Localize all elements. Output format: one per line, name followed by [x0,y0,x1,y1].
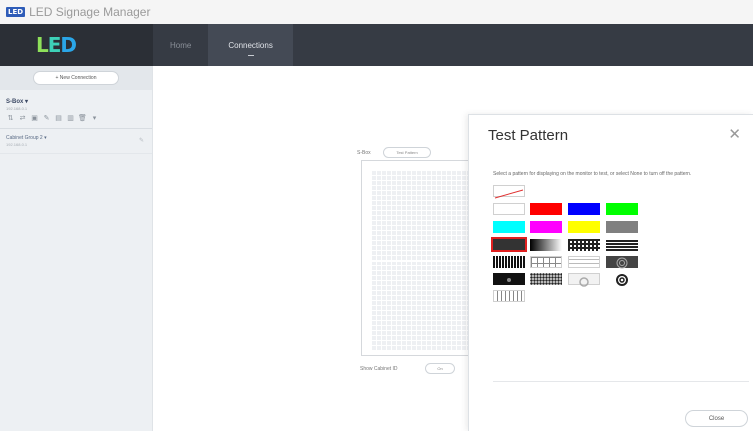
pattern-blue[interactable] [568,203,600,215]
cabinet-canvas[interactable] [361,160,472,356]
pattern-grid[interactable] [530,256,562,268]
swap-icon[interactable]: ⇄ [18,114,27,122]
sbox-toolbar: ⇅ ⇄ ▣ ✎ ▤ ▥ 🗑 ▾ [6,114,146,122]
pattern-red[interactable] [530,203,562,215]
app-header: LED Home Connections [0,24,753,66]
pattern-none[interactable] [493,185,525,199]
pattern-gray[interactable] [606,221,638,233]
layout-icon[interactable]: ▤ [54,114,63,122]
pattern-magenta[interactable] [530,221,562,233]
monitor-icon[interactable]: ▣ [30,114,39,122]
nav-connections-label: Connections [228,40,273,50]
pattern-green[interactable] [606,203,638,215]
none-pattern-icon [494,189,524,199]
dot-icon [507,278,511,282]
active-indicator [247,55,254,56]
pattern-circles-bold[interactable] [606,273,638,286]
nav-connections[interactable]: Connections [208,24,293,66]
ring-icon [579,277,589,287]
cabinet-divider [371,260,472,262]
pattern-yellow[interactable] [568,221,600,233]
nav-home-label: Home [170,40,192,50]
close-icon[interactable]: ✕ [728,127,741,142]
title-bar: LED LED Signage Manager [0,0,753,24]
sbox-name[interactable]: S-Box ▾ [6,98,146,105]
app-icon: LED [6,7,26,17]
main-nav: Home Connections [153,24,293,66]
chevron-down-icon[interactable]: ▾ [90,114,99,122]
grid-icon[interactable]: ▥ [66,114,75,122]
cabinet-group-name[interactable]: Cabinet Group 2 ▾ [6,135,146,141]
dialog-divider [493,381,749,382]
dialog-description: Select a pattern for displaying on the m… [493,171,692,177]
sync-icon[interactable]: ⇅ [6,114,15,122]
bold-ring-icon [616,274,628,286]
app-title: LED Signage Manager [29,5,151,19]
nav-home[interactable]: Home [153,24,208,66]
pattern-circle-light[interactable] [568,273,600,287]
pattern-cyan[interactable] [493,221,525,233]
test-pattern-button[interactable]: Test Pattern [383,147,431,158]
pattern-circles-dark[interactable] [606,256,638,269]
dialog-title: Test Pattern [488,127,569,144]
pattern-horizontal-stripes-light[interactable] [568,256,600,268]
pattern-dot-black[interactable] [493,273,525,285]
sbox-entry[interactable]: S-Box ▾ 192.168.0.1 ⇅ ⇄ ▣ ✎ ▤ ▥ 🗑 ▾ [0,90,152,129]
led-logo: LED [36,33,77,57]
new-connection-area: + New Connection [0,66,152,90]
close-button[interactable]: Close [685,410,748,427]
edit-icon[interactable]: ✎ [42,114,51,122]
test-pattern-dialog: Test Pattern ✕ Select a pattern for disp… [468,114,753,431]
show-cabinet-id-label: Show Cabinet ID [360,366,398,372]
pattern-horizontal-lines[interactable] [606,239,638,251]
logo-area: LED [0,24,153,66]
delete-icon[interactable]: 🗑 [78,114,87,122]
pattern-white[interactable] [493,203,525,215]
pattern-dark-gray[interactable] [491,237,527,252]
sidebar: + New Connection S-Box ▾ 192.168.0.1 ⇅ ⇄… [0,66,153,431]
sbox-label: S-Box [357,150,371,156]
sbox-address: 192.168.0.1 [6,106,28,111]
cabinet-group-entry[interactable]: Cabinet Group 2 ▾ 192.168.0.1 ✎ [0,129,152,154]
show-cabinet-id-toggle[interactable]: On [425,363,455,374]
new-connection-button[interactable]: + New Connection [33,71,119,85]
pattern-gradient[interactable] [530,239,562,251]
cabinet-group-address: 192.168.0.1 [6,142,28,147]
pattern-dot-grid[interactable] [530,273,562,285]
pattern-checker[interactable] [568,239,600,251]
pattern-vertical-lines[interactable] [493,256,525,268]
circle-target-icon [616,257,628,269]
pencil-icon[interactable]: ✎ [139,137,144,144]
pattern-vertical-lines-light[interactable] [493,290,525,302]
